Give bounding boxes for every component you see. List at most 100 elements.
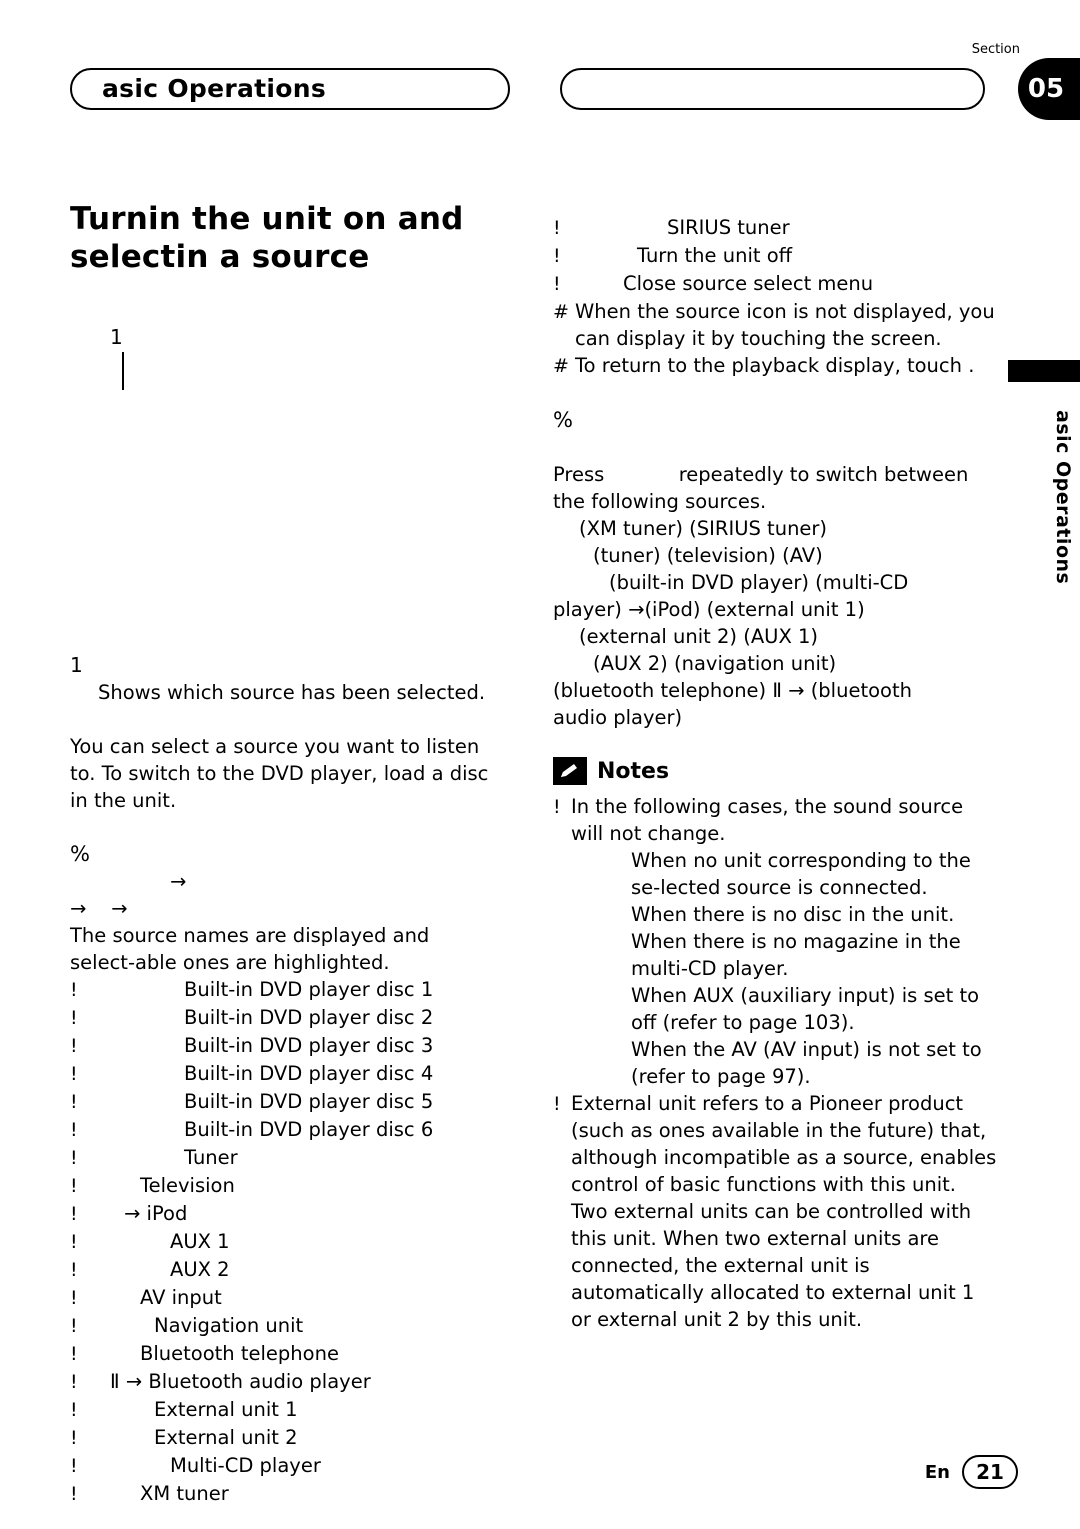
hash-note-text: When the source icon is not displayed, y… (575, 300, 995, 350)
bullet-icon: ! (553, 796, 561, 818)
source-list-item: ! XM tuner (70, 1480, 500, 1508)
bullet-icon: ! (553, 245, 561, 267)
hash-note-list: # When the source icon is not displayed, … (553, 298, 998, 380)
source-list-intro: The source names are displayed and selec… (70, 924, 430, 974)
footer-page-number: 21 (962, 1455, 1018, 1489)
source-list-item-label: External unit 1 (154, 1398, 298, 1421)
source-list-item: ! AUX 2 (70, 1256, 500, 1284)
note-subitem: When no unit corresponding to the se-lec… (631, 849, 971, 899)
source-list-item-label: AUX 2 (170, 1258, 230, 1281)
section-heading: Turnin the unit on and selectin a source (70, 201, 464, 275)
source-list-item-label: Multi-CD player (170, 1454, 321, 1477)
source-list-item-label: Television (140, 1174, 235, 1197)
bullet-icon: ! (70, 1147, 78, 1169)
section-number-badge: 05 (1018, 58, 1080, 120)
bullet-icon: ! (70, 1287, 78, 1309)
source-list-item: ! Multi-CD player (70, 1452, 500, 1480)
source-list-item-label: Built-in DVD player disc 6 (184, 1118, 434, 1141)
menu-option-label: Turn the unit off (637, 244, 793, 267)
note-text: External unit refers to a Pioneer produc… (571, 1092, 997, 1331)
source-cycle-list: (XM tuner) (SIRIUS tuner) (tuner) (televi… (553, 515, 998, 731)
source-list-item-label: Bluetooth telephone (140, 1342, 339, 1365)
menu-option-label: SIRIUS tuner (667, 216, 790, 239)
pencil-icon (553, 757, 587, 785)
menu-option-item: ! SIRIUS tuner (553, 214, 998, 242)
hash-marker-icon: # (553, 301, 569, 323)
side-tab-bar (1008, 360, 1080, 382)
note-text: In the following cases, the sound source… (571, 795, 964, 845)
source-cycle-line: audio player) (553, 706, 683, 729)
source-list-item: ! Built-in DVD player disc 6 (70, 1116, 500, 1144)
source-cycle-line: (AUX 2) (navigation unit) (593, 652, 837, 675)
source-cycle-line: (built-in DVD player) (multi-CD (609, 571, 909, 594)
source-list-item-label: Ⅱ → Bluetooth audio player (110, 1370, 371, 1393)
source-cycle-line: (external unit 2) (AUX 1) (579, 625, 819, 648)
footer: En 21 (925, 1455, 1018, 1489)
notes-title: Notes (597, 758, 670, 784)
source-list-item-label: Built-in DVD player disc 5 (184, 1090, 434, 1113)
bullet-icon: ! (70, 1231, 78, 1253)
source-list-item: ! Built-in DVD player disc 3 (70, 1032, 500, 1060)
press-instruction: Press repeatedly to switch between the f… (553, 463, 969, 513)
page-title: asic Operations (102, 74, 327, 103)
bullet-icon: ! (70, 1315, 78, 1337)
bullet-icon: ! (70, 1119, 78, 1141)
callout-number-1: 1 (110, 325, 123, 349)
percent-marker-left: % (70, 842, 90, 866)
bullet-icon: ! (70, 1371, 78, 1393)
source-list-item: ! Built-in DVD player disc 1 (70, 976, 500, 1004)
source-list-item: ! Ⅱ → Bluetooth audio player (70, 1368, 500, 1396)
right-column: ! SIRIUS tuner! Turn the unit off! Close so… (553, 200, 998, 1333)
source-list-item: ! Bluetooth telephone (70, 1340, 500, 1368)
source-list-item: ! AV input (70, 1284, 500, 1312)
bullet-icon: ! (70, 1203, 78, 1225)
menu-option-label: Close source select menu (623, 272, 874, 295)
source-list-item: ! External unit 1 (70, 1396, 500, 1424)
source-list-item-label: XM tuner (140, 1482, 229, 1505)
left-column: Turnin the unit on and selectin a source… (70, 200, 500, 1508)
bullet-icon: ! (70, 1091, 78, 1113)
step-description: Shows which source has been selected. (98, 681, 486, 704)
bullet-icon: ! (70, 1399, 78, 1421)
source-list-item: ! AUX 1 (70, 1228, 500, 1256)
source-cycle-line: (bluetooth telephone) Ⅱ → (bluetooth (553, 679, 912, 702)
source-cycle-line: (XM tuner) (SIRIUS tuner) (579, 517, 828, 540)
bullet-icon: ! (70, 1007, 78, 1029)
intro-paragraph: You can select a source you want to list… (70, 735, 489, 812)
source-list-item: ! Built-in DVD player disc 2 (70, 1004, 500, 1032)
note-body: External unit refers to a Pioneer produc… (571, 1090, 998, 1333)
note-item: ! In the following cases, the sound sourc… (553, 793, 998, 1090)
hash-note-text: To return to the playback display, touch… (575, 354, 975, 377)
note-subitem: When AUX (auxiliary input) is set to off… (631, 984, 980, 1034)
arrow-line-1: → (170, 870, 187, 893)
callout-rule (122, 352, 124, 390)
source-list-item: ! Tuner (70, 1144, 500, 1172)
source-list-item-label: → iPod (124, 1202, 188, 1225)
bullet-icon: ! (553, 273, 561, 295)
source-list-item: ! → iPod (70, 1200, 500, 1228)
source-list-item-label: External unit 2 (154, 1426, 298, 1449)
side-tab-label: asic Operations (1052, 410, 1074, 585)
bullet-icon: ! (70, 1343, 78, 1365)
source-list-item-label: Built-in DVD player disc 1 (184, 978, 434, 1001)
note-subitem: When there is no magazine in the multi-C… (631, 930, 961, 980)
source-list-item: ! Navigation unit (70, 1312, 500, 1340)
arrow-line-2: → → (70, 897, 128, 920)
menu-option-list: ! SIRIUS tuner! Turn the unit off! Close so… (553, 214, 998, 298)
bullet-icon: ! (70, 1175, 78, 1197)
percent-marker-right: % (553, 408, 573, 432)
source-list-item: ! External unit 2 (70, 1424, 500, 1452)
hash-note-item: # When the source icon is not displayed, … (553, 298, 998, 352)
note-item: ! External unit refers to a Pioneer produ… (553, 1090, 998, 1333)
source-list-item: ! Television (70, 1172, 500, 1200)
bullet-icon: ! (553, 1093, 561, 1115)
bullet-icon: ! (70, 1427, 78, 1449)
section-label: Section (971, 42, 1020, 57)
bullet-icon: ! (553, 217, 561, 239)
bullet-icon: ! (70, 1483, 78, 1505)
bullet-icon: ! (70, 1035, 78, 1057)
note-body: In the following cases, the sound source… (571, 793, 998, 1090)
source-list-item: ! Built-in DVD player disc 5 (70, 1088, 500, 1116)
bullet-icon: ! (70, 979, 78, 1001)
bullet-icon: ! (70, 1063, 78, 1085)
